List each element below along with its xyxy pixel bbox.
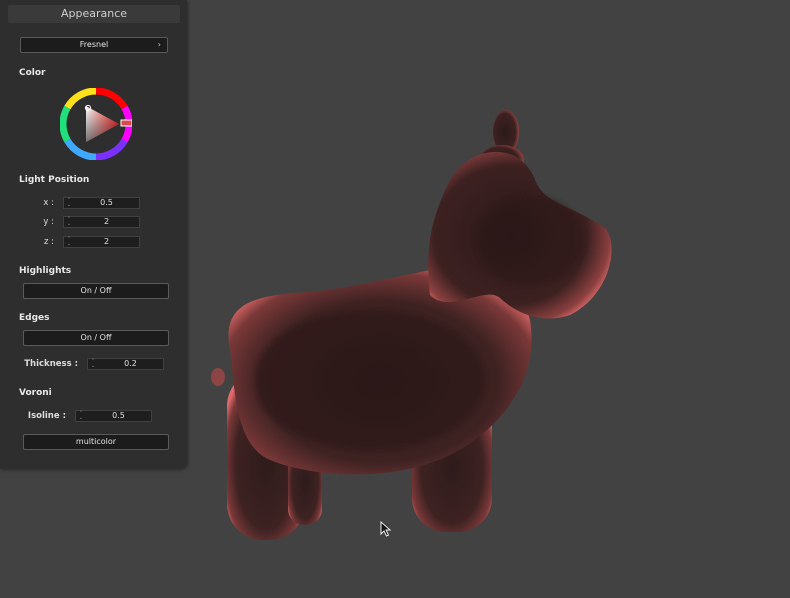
shader-preset-label: Fresnel bbox=[79, 40, 109, 49]
light-x-field[interactable]: ⌃ ⌄ 0.5 bbox=[63, 197, 140, 209]
chevron-right-icon: › bbox=[157, 40, 161, 49]
voronoi-section-label: Voroni bbox=[19, 388, 52, 398]
thickness-label: Thickness : bbox=[24, 359, 78, 369]
mouse-cursor-icon bbox=[380, 521, 392, 537]
light-z-field[interactable]: ⌃ ⌄ 2 bbox=[63, 236, 140, 248]
hue-ring-handle[interactable] bbox=[120, 119, 133, 127]
thickness-field[interactable]: ⌃ ⌄ 0.2 bbox=[87, 358, 164, 370]
spinner-icon[interactable]: ⌃ ⌄ bbox=[66, 217, 72, 227]
color-section-label: Color bbox=[19, 68, 46, 78]
light-y-field[interactable]: ⌃ ⌄ 2 bbox=[63, 216, 140, 228]
isoline-label: Isoline : bbox=[27, 411, 66, 421]
spinner-icon[interactable]: ⌃ ⌄ bbox=[66, 237, 72, 247]
light-x-label: x : bbox=[43, 198, 54, 208]
panel-title[interactable]: Appearance bbox=[8, 5, 180, 23]
spinner-icon[interactable]: ⌃ ⌄ bbox=[90, 359, 96, 369]
multicolor-button[interactable]: multicolor bbox=[23, 434, 169, 450]
color-picker[interactable] bbox=[59, 87, 133, 161]
spinner-icon[interactable]: ⌃ ⌄ bbox=[66, 198, 72, 208]
3d-model-viewport[interactable] bbox=[200, 100, 640, 550]
shader-preset-dropdown[interactable]: Fresnel › bbox=[20, 37, 168, 53]
horse-model bbox=[211, 110, 612, 540]
color-wheel-icon[interactable] bbox=[59, 87, 133, 161]
light-z-label: z : bbox=[43, 237, 54, 247]
isoline-field[interactable]: ⌃ ⌄ 0.5 bbox=[75, 410, 152, 422]
light-y-label: y : bbox=[43, 217, 54, 227]
edges-toggle-button[interactable]: On / Off bbox=[23, 330, 169, 346]
light-position-section-label: Light Position bbox=[19, 175, 90, 185]
edges-section-label: Edges bbox=[19, 313, 50, 323]
highlights-section-label: Highlights bbox=[19, 266, 72, 276]
appearance-panel: Appearance Fresnel › Color Light Positio… bbox=[0, 0, 187, 469]
spinner-icon[interactable]: ⌃ ⌄ bbox=[78, 411, 84, 421]
highlights-toggle-button[interactable]: On / Off bbox=[23, 283, 169, 299]
